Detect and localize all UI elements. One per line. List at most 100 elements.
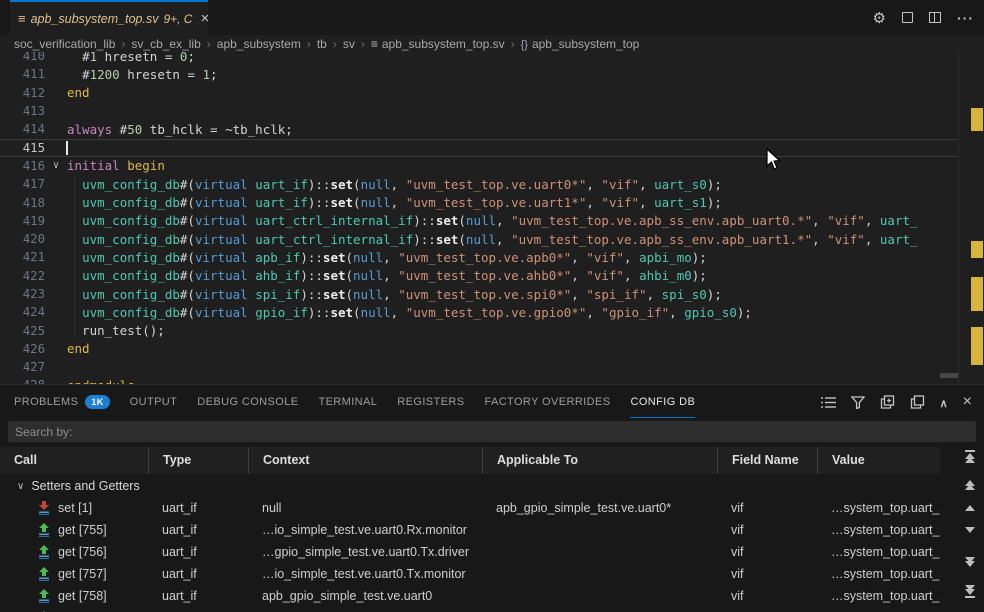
table-row[interactable]: get [757]uart_if…io_simple_test.ve.uart0… <box>0 563 940 585</box>
panel-tab-debug-console[interactable]: DEBUG CONSOLE <box>197 386 298 418</box>
fold-chevron-icon[interactable]: ∨ <box>45 160 67 171</box>
table-cell: uart_if <box>148 563 248 585</box>
breadcrumb-item[interactable]: ≡apb_subsystem_top.sv <box>371 37 505 51</box>
search-bar[interactable] <box>8 421 976 442</box>
breadcrumb-item[interactable]: {}apb_subsystem_top <box>521 37 640 51</box>
tab-close-icon[interactable]: × <box>200 11 209 26</box>
line-number: 420 <box>0 232 45 246</box>
more-actions-icon[interactable]: ··· <box>957 10 974 26</box>
line-number: 411 <box>0 67 45 81</box>
line-up-icon[interactable] <box>963 505 977 511</box>
page-up-icon[interactable] <box>963 480 977 490</box>
line-number: 418 <box>0 196 45 210</box>
panel-tab-terminal[interactable]: TERMINAL <box>318 386 377 418</box>
code-line[interactable]: 415 <box>0 138 958 156</box>
text-caret <box>66 141 68 155</box>
table-group-row[interactable]: ∨Setters and Getters <box>0 475 940 497</box>
code-text: uvm_config_db#(virtual spi_if)::set(null… <box>67 287 958 302</box>
table-row[interactable]: set [1]uart_ifnullapb_gpio_simple_test.v… <box>0 497 940 519</box>
breadcrumb-item[interactable]: tb <box>317 37 327 51</box>
scroll-bottom-icon[interactable] <box>963 585 977 598</box>
column-header[interactable]: Value <box>817 447 940 474</box>
page-down-icon[interactable] <box>963 557 977 567</box>
line-number: 417 <box>0 177 45 191</box>
square-icon[interactable] <box>902 12 913 23</box>
panel-actions: ∧ × <box>821 386 972 418</box>
table-cell <box>482 541 717 563</box>
view-list-icon[interactable] <box>821 396 836 409</box>
code-line[interactable]: 423 uvm_config_db#(virtual spi_if)::set(… <box>0 285 958 303</box>
code-line[interactable]: 418 uvm_config_db#(virtual uart_if)::set… <box>0 193 958 211</box>
table-cell: …system_top.uart_s0 <box>817 497 940 519</box>
column-header[interactable]: Call <box>0 447 148 474</box>
table-body: ∨Setters and Gettersset [1]uart_ifnullap… <box>0 475 940 612</box>
code-line[interactable]: 420 uvm_config_db#(virtual uart_ctrl_int… <box>0 230 958 248</box>
panel-tab-factory-overrides[interactable]: FACTORY OVERRIDES <box>484 386 610 418</box>
search-input[interactable] <box>8 425 976 439</box>
panel-tab-problems[interactable]: PROBLEMS1K <box>14 386 110 418</box>
table-header: CallTypeContextApplicable ToField NameVa… <box>0 447 940 474</box>
code-line[interactable]: 416∨initial begin <box>0 157 958 175</box>
column-header[interactable]: Context <box>248 447 482 474</box>
panel-tab-config-db[interactable]: CONFIG DB <box>630 386 695 418</box>
scroll-top-icon[interactable] <box>963 450 977 463</box>
column-header[interactable]: Type <box>148 447 248 474</box>
breadcrumb-separator: › <box>121 37 125 51</box>
code-line[interactable]: 422 uvm_config_db#(virtual ahb_if)::set(… <box>0 267 958 285</box>
get-icon <box>37 523 51 537</box>
table-row[interactable]: get [755]uart_if…io_simple_test.ve.uart0… <box>0 519 940 541</box>
chevron-down-icon[interactable]: ∨ <box>17 481 24 492</box>
breadcrumb-item[interactable]: apb_subsystem <box>217 37 301 51</box>
split-editor-icon[interactable] <box>929 12 941 23</box>
table-cell: uart_if <box>148 541 248 563</box>
table-cell: …system_top.uart_s0 <box>817 585 940 607</box>
code-line[interactable]: 421 uvm_config_db#(virtual apb_if)::set(… <box>0 248 958 266</box>
table-cell <box>817 607 940 612</box>
column-header[interactable]: Field Name <box>717 447 817 474</box>
indent-guide <box>74 175 75 340</box>
code-line[interactable]: 414always #50 tb_hclk = ~tb_hclk; <box>0 120 958 138</box>
new-instance-icon[interactable] <box>880 395 895 409</box>
table-cell <box>482 519 717 541</box>
overview-ruler[interactable] <box>958 52 984 384</box>
code-line[interactable]: 426end <box>0 340 958 358</box>
code-line[interactable]: 413 <box>0 102 958 120</box>
panel-tab-registers[interactable]: REGISTERS <box>397 386 464 418</box>
breadcrumb-item[interactable]: soc_verification_lib <box>14 37 115 51</box>
set-icon <box>37 501 51 515</box>
table-row[interactable]: get [756]uart_if…gpio_simple_test.ve.uar… <box>0 541 940 563</box>
table-row[interactable] <box>0 607 940 612</box>
code-line[interactable]: 427 <box>0 358 958 376</box>
table-cell <box>148 607 248 612</box>
code-line[interactable]: 410 #1 hresetn = 0; <box>0 52 958 65</box>
breadcrumb-item[interactable]: sv_cb_ex_lib <box>131 37 200 51</box>
tab-suffix: 9+, C <box>163 12 192 26</box>
code-line[interactable]: 419 uvm_config_db#(virtual uart_ctrl_int… <box>0 212 958 230</box>
code-line[interactable]: 411 #1200 hresetn = 1; <box>0 65 958 83</box>
code-line[interactable]: 428endmodule <box>0 376 958 384</box>
code-text: uvm_config_db#(virtual uart_ctrl_interna… <box>67 232 958 247</box>
column-header[interactable]: Applicable To <box>482 447 717 474</box>
table-cell: vif <box>717 563 817 585</box>
line-number: 414 <box>0 122 45 136</box>
copy-icon[interactable] <box>910 395 925 409</box>
code-line[interactable]: 425 run_test(); <box>0 321 958 339</box>
code-line[interactable]: 424 uvm_config_db#(virtual gpio_if)::set… <box>0 303 958 321</box>
maximize-panel-icon[interactable]: ∧ <box>940 397 948 410</box>
code-line[interactable]: 412end <box>0 84 958 102</box>
code-line[interactable]: 417 uvm_config_db#(virtual uart_if)::set… <box>0 175 958 193</box>
filter-icon[interactable] <box>851 396 865 409</box>
line-down-icon[interactable] <box>963 527 977 533</box>
tab-apb-subsystem-top[interactable]: ≡ apb_subsystem_top.sv 9+, C × <box>10 0 208 35</box>
table-cell: …system_top.uart_s0 <box>817 519 940 541</box>
gear-icon[interactable]: ⚙ <box>873 9 886 27</box>
close-panel-icon[interactable]: × <box>963 394 972 410</box>
code-editor[interactable]: 410 #1 hresetn = 0;411 #1200 hresetn = 1… <box>0 52 984 384</box>
code-text: uvm_config_db#(virtual apb_if)::set(null… <box>67 250 958 265</box>
breadcrumb-item[interactable]: sv <box>343 37 355 51</box>
table-row[interactable]: get [758]uart_ifapb_gpio_simple_test.ve.… <box>0 585 940 607</box>
panel-tab-output[interactable]: OUTPUT <box>130 386 178 418</box>
horizontal-scrollbar[interactable] <box>940 373 958 378</box>
ruler-mark <box>971 108 983 131</box>
code-text: #1 hresetn = 0; <box>67 52 958 64</box>
